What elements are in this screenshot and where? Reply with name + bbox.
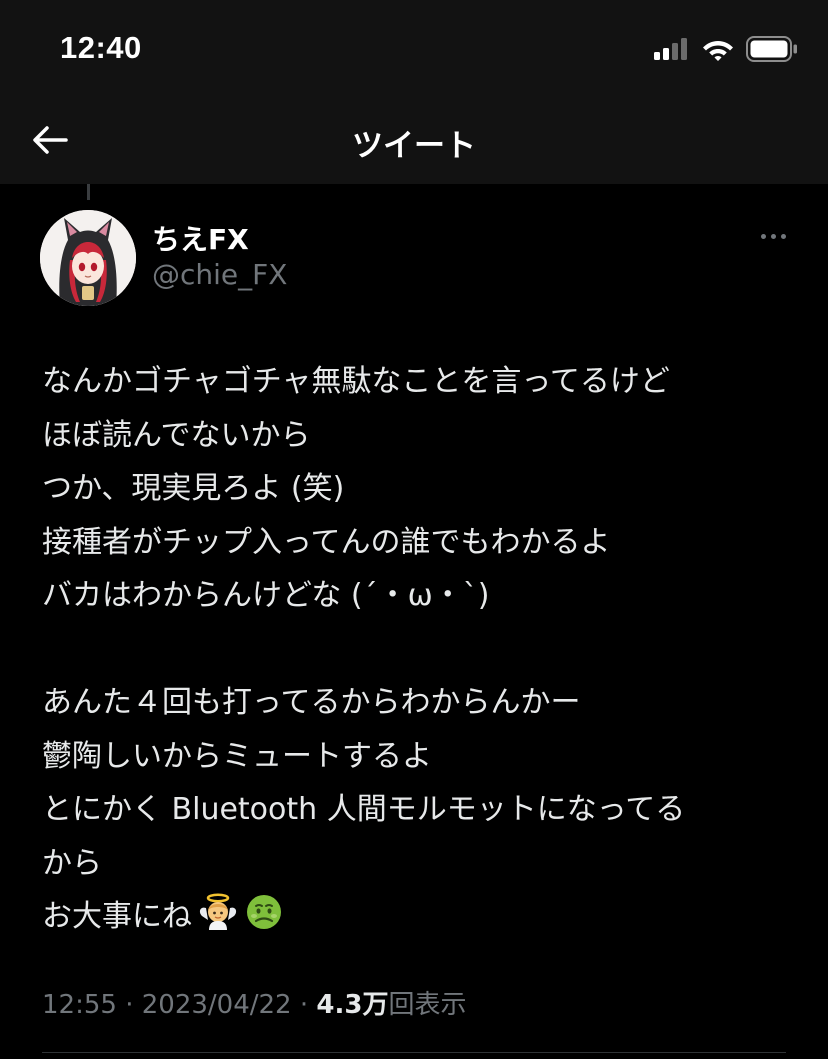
views-label: 回表示 [388,990,467,1020]
page-title: ツイート [352,128,476,164]
tweet-date[interactable]: 2023/04/22 [142,990,292,1020]
battery-icon [746,36,797,62]
angel-baby-emoji-icon [198,892,238,950]
avatar[interactable] [40,210,136,306]
tweet-time[interactable]: 12:55 [42,990,117,1020]
nauseated-face-emoji-icon [244,892,284,950]
tweet-line: から [42,845,102,881]
status-bar: 12:40 [0,0,828,100]
tweet-line: あんた４回も打ってるからわからんかー [42,685,581,720]
thread-connector-line [87,184,90,200]
cellular-signal-icon [654,38,687,60]
views-count[interactable]: 4.3万 [316,990,388,1020]
back-button[interactable] [28,118,72,162]
wifi-icon [703,41,733,61]
back-arrow-icon [33,126,68,154]
tweet-meta: 12:55 · 2023/04/22 · 4.3万回表示 [42,984,466,1021]
tweet-line: バカはわからんけどな (´・ω・`) [42,578,490,613]
tweet-line: 鬱陶しいからミュートするよ [42,738,432,774]
tweet-line: とにかく Bluetooth 人間モルモットになってる [42,792,686,827]
tweet-line: つか、現実見ろよ (笑) [42,471,345,506]
divider [42,1052,786,1053]
nav-bar: ツイート [0,100,828,184]
more-options-icon [761,234,766,239]
author-display-name[interactable]: ちえFX [152,218,249,258]
tweet-line: なんかゴチャゴチャ無駄なことを言ってるけど [42,364,670,399]
tweet-line: 接種者がチップ入ってんの誰でもわかるよ [42,524,611,560]
status-icons [654,36,798,62]
tweet-line: お大事にね [42,899,192,934]
tweet-line: ほぼ読んでないから [42,417,311,453]
cat-hood-avatar-icon [40,210,136,306]
tweet-text: なんかゴチャゴチャ無駄なことを言ってるけど ほぼ読んでないから つか、現実見ろよ… [42,355,802,944]
status-time: 12:40 [60,30,142,65]
author-handle[interactable]: @chie_FX [152,258,287,291]
tweet-last-line: お大事にね [42,890,802,944]
more-options-button[interactable] [761,228,786,245]
meta-separator: · [299,990,309,1020]
meta-separator: · [125,990,134,1020]
